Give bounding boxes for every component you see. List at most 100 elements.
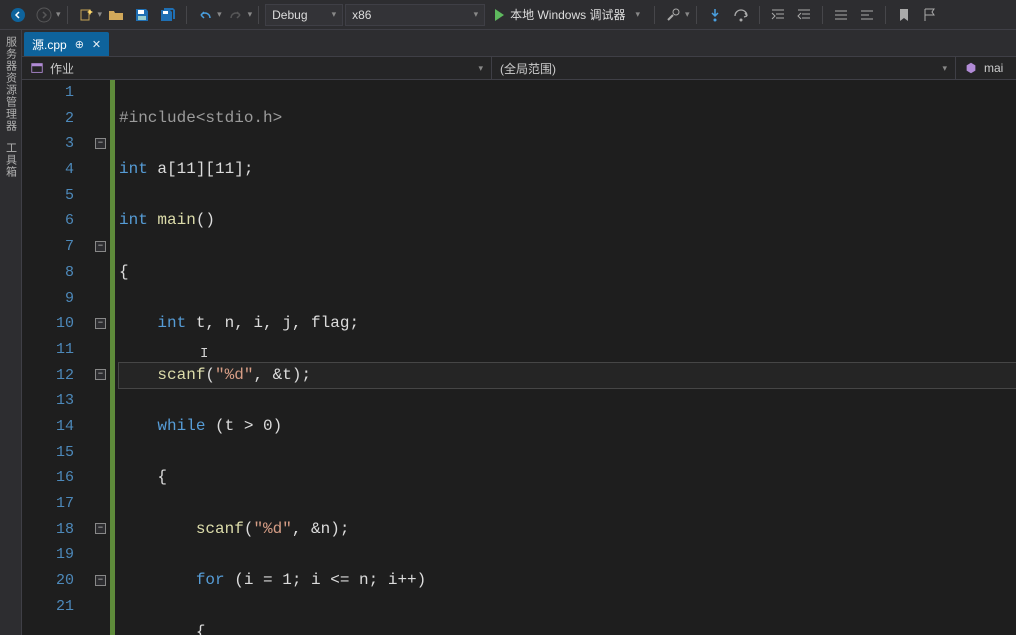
scope-right-label: mai bbox=[984, 61, 1003, 75]
separator bbox=[258, 6, 259, 24]
project-icon bbox=[30, 61, 44, 75]
nav-back-button[interactable] bbox=[6, 4, 30, 26]
nav-history-chevron[interactable]: ▾ bbox=[56, 9, 61, 20]
redo-icon bbox=[228, 7, 244, 23]
method-cube-icon bbox=[964, 61, 978, 75]
scope-project-dropdown[interactable]: 作业 ▾ bbox=[22, 57, 492, 79]
debugger-label: 本地 Windows 调试器 bbox=[510, 6, 625, 23]
tool-chevron[interactable]: ▾ bbox=[685, 9, 690, 20]
sidebar-server-explorer-tab[interactable]: 服务器资源管理器 bbox=[3, 36, 19, 132]
uncomment-lines-icon bbox=[859, 7, 875, 23]
line-number: 21 bbox=[22, 594, 74, 620]
bookmark-icon bbox=[896, 7, 912, 23]
separator bbox=[696, 6, 697, 24]
tab-row: 源.cpp ⊕ ✕ bbox=[22, 30, 1016, 56]
line-number: 18 bbox=[22, 517, 74, 543]
uncomment-button[interactable] bbox=[855, 4, 879, 26]
separator bbox=[885, 6, 886, 24]
step-over-button[interactable] bbox=[729, 4, 753, 26]
flag-icon bbox=[922, 7, 938, 23]
tab-source-cpp[interactable]: 源.cpp ⊕ ✕ bbox=[24, 32, 109, 56]
wrench-gear-icon bbox=[665, 7, 681, 23]
redo-chevron[interactable]: ▾ bbox=[248, 9, 253, 20]
undo-chevron[interactable]: ▾ bbox=[217, 9, 222, 20]
undo-icon bbox=[197, 7, 213, 23]
fold-toggle[interactable]: − bbox=[95, 138, 106, 149]
comment-button[interactable] bbox=[829, 4, 853, 26]
start-debugging-button[interactable]: 本地 Windows 调试器 ▾ bbox=[487, 4, 648, 26]
open-file-button[interactable] bbox=[104, 4, 128, 26]
flag-button[interactable] bbox=[918, 4, 942, 26]
save-button[interactable] bbox=[130, 4, 154, 26]
code-content[interactable]: #include<stdio.h> int a[11][11]; int mai… bbox=[115, 80, 1016, 635]
line-number: 4 bbox=[22, 157, 74, 183]
step-into-icon bbox=[707, 7, 723, 23]
left-sidebar: 服务器资源管理器 工具箱 bbox=[0, 30, 22, 635]
open-folder-icon bbox=[108, 7, 124, 23]
fold-gutter: − − − − − − bbox=[92, 80, 110, 635]
new-item-button[interactable] bbox=[74, 4, 98, 26]
outdent-icon bbox=[796, 7, 812, 23]
line-number: 2 bbox=[22, 106, 74, 132]
line-number: 15 bbox=[22, 440, 74, 466]
fold-toggle[interactable]: − bbox=[95, 575, 106, 586]
comment-lines-icon bbox=[833, 7, 849, 23]
separator bbox=[67, 6, 68, 24]
code-editor[interactable]: 1 2 3 4 5 6 7 8 9 10 11 12 13 14 15 16 1… bbox=[22, 80, 1016, 635]
arrow-left-circle-icon bbox=[10, 7, 26, 23]
configuration-dropdown[interactable]: Debug ▾ bbox=[265, 4, 343, 26]
line-number: 9 bbox=[22, 286, 74, 312]
new-file-sparkle-icon bbox=[78, 7, 94, 23]
scope-method-dropdown[interactable]: (全局范围) ▾ bbox=[492, 57, 956, 79]
line-number: 7 bbox=[22, 234, 74, 260]
outdent-button[interactable] bbox=[792, 4, 816, 26]
line-number: 11 bbox=[22, 337, 74, 363]
editor-area: 源.cpp ⊕ ✕ 作业 ▾ (全局范围) ▾ mai 1 2 bbox=[22, 30, 1016, 635]
separator bbox=[822, 6, 823, 24]
nav-forward-button[interactable] bbox=[32, 4, 56, 26]
line-number-gutter: 1 2 3 4 5 6 7 8 9 10 11 12 13 14 15 16 1… bbox=[22, 80, 92, 635]
chevron-down-icon: ▾ bbox=[942, 63, 947, 74]
line-number: 19 bbox=[22, 542, 74, 568]
platform-dropdown[interactable]: x86 ▾ bbox=[345, 4, 485, 26]
separator bbox=[759, 6, 760, 24]
line-number: 3 bbox=[22, 131, 74, 157]
line-number: 12 bbox=[22, 363, 74, 389]
line-number: 16 bbox=[22, 465, 74, 491]
main-toolbar: ▾ ▾ ▾ ▾ Debug ▾ x86 ▾ 本地 Windows 调试器 ▾ ▾ bbox=[0, 0, 1016, 30]
fold-toggle[interactable]: − bbox=[95, 241, 106, 252]
play-icon bbox=[495, 9, 504, 21]
step-into-button[interactable] bbox=[703, 4, 727, 26]
platform-label: x86 bbox=[352, 8, 371, 22]
pin-icon[interactable]: ⊕ bbox=[75, 38, 84, 51]
scope-bar: 作业 ▾ (全局范围) ▾ mai bbox=[22, 56, 1016, 80]
line-number: 13 bbox=[22, 388, 74, 414]
indent-button[interactable] bbox=[766, 4, 790, 26]
line-number: 6 bbox=[22, 208, 74, 234]
tool-settings-button[interactable] bbox=[661, 4, 685, 26]
line-number: 17 bbox=[22, 491, 74, 517]
scope-method-label: (全局范围) bbox=[500, 60, 556, 77]
fold-toggle[interactable]: − bbox=[95, 318, 106, 329]
separator bbox=[654, 6, 655, 24]
chevron-down-icon: ▾ bbox=[474, 9, 479, 20]
chevron-down-icon: ▾ bbox=[478, 63, 483, 74]
fold-toggle[interactable]: − bbox=[95, 523, 106, 534]
line-number: 20 bbox=[22, 568, 74, 594]
scope-project-label: 作业 bbox=[50, 60, 74, 77]
undo-button[interactable] bbox=[193, 4, 217, 26]
line-number: 1 bbox=[22, 80, 74, 106]
bookmark-button[interactable] bbox=[892, 4, 916, 26]
save-icon bbox=[134, 7, 150, 23]
indent-icon bbox=[770, 7, 786, 23]
save-all-button[interactable] bbox=[156, 4, 180, 26]
step-over-icon bbox=[733, 7, 749, 23]
fold-toggle[interactable]: − bbox=[95, 369, 106, 380]
scope-right-dropdown[interactable]: mai bbox=[956, 57, 1016, 79]
new-item-chevron[interactable]: ▾ bbox=[98, 9, 103, 20]
separator bbox=[186, 6, 187, 24]
sidebar-toolbox-tab[interactable]: 工具箱 bbox=[3, 142, 19, 178]
redo-button[interactable] bbox=[224, 4, 248, 26]
line-number: 8 bbox=[22, 260, 74, 286]
close-icon[interactable]: ✕ bbox=[92, 38, 101, 51]
